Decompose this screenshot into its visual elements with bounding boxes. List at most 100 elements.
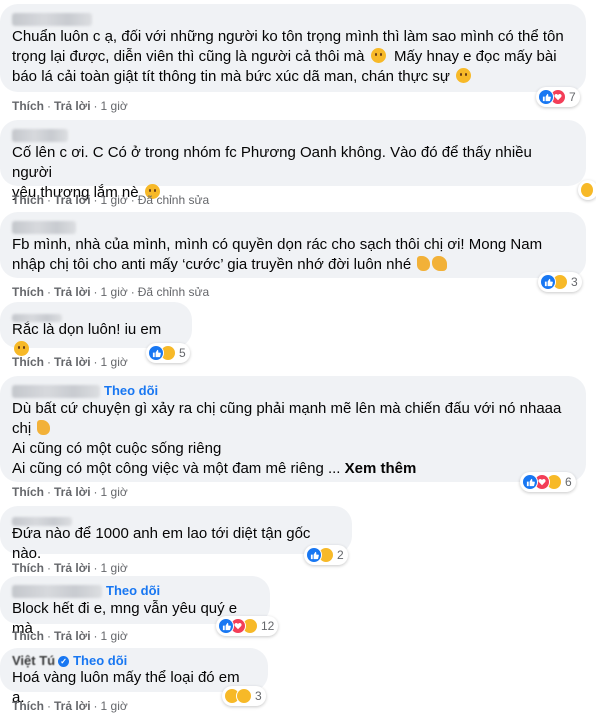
separator-dot: · [130,285,135,299]
comment-line: Dù bất cứ chuyện gì xảy ra chị cũng phải… [12,400,562,417]
timestamp[interactable]: 1 giờ [101,561,128,575]
comment-text: Đứa nào để 1000 anh em lao tới diệt tận … [12,524,340,564]
edited-label: Đã chỉnh sửa [137,193,210,207]
comment-meta: Thích · Trả lời · 1 giờ · Đã chỉnh sửa [12,192,209,208]
separator-dot: · [93,99,98,113]
redacted-name [12,585,102,599]
comment-line: báo lá cải toàn giật tít thông tin mà bứ… [12,67,574,87]
reply-link[interactable]: Trả lời [54,485,91,499]
comment-line: nhập chị tôi cho anti mấy ‘cước’ gia tru… [12,255,574,275]
reaction-summary[interactable] [578,180,596,200]
reply-link[interactable]: Trả lời [54,193,91,207]
edited-label: Đã chỉnh sửa [137,285,210,299]
comment-bubble: Fb mình, nhà của mình, mình có quyền dọn… [0,212,586,278]
redacted-name [12,221,76,235]
muscle-emoji-icon [432,256,448,271]
follow-button[interactable]: Theo dõi [73,653,127,668]
commenter-name[interactable]: Theo dõi [12,382,574,399]
comment-line: Đứa nào để 1000 anh em lao tới diệt tận … [12,525,311,562]
separator-dot: · [47,285,51,299]
reaction-summary[interactable]: 2 [304,545,348,565]
redacted-name [12,517,72,527]
like-reaction-icon [522,474,538,490]
commenter-name[interactable] [12,512,340,527]
commenter-name-text[interactable]: Việt Tú [12,653,55,668]
commenter-name[interactable]: Việt Tú ✓ Theo dõi [12,652,256,668]
reaction-count: 12 [261,619,275,633]
like-link[interactable]: Thích [12,485,44,499]
comment-line: Chuẩn luôn c ạ, đối với những người ko t… [12,28,564,45]
comment-line-part: báo lá cải toàn giật tít thông tin mà bứ… [12,68,450,85]
timestamp[interactable]: 1 giờ [101,699,128,713]
timestamp[interactable]: 1 giờ [101,193,128,207]
reply-link[interactable]: Trả lời [54,355,91,369]
redacted-name [12,313,62,322]
reaction-count: 5 [179,346,186,360]
reply-link[interactable]: Trả lời [54,699,91,713]
timestamp[interactable]: 1 giờ [101,629,128,643]
comment-line-part: trọng lại được, diễn viên thì cũng là ng… [12,48,365,65]
like-reaction-icon [306,547,322,563]
like-link[interactable]: Thích [12,629,44,643]
separator-dot: · [47,629,51,643]
reaction-count: 2 [337,548,344,562]
reaction-count: 3 [571,275,578,289]
commenter-name[interactable] [12,10,574,27]
separator-dot: · [93,561,98,575]
like-link[interactable]: Thích [12,561,44,575]
separator-dot: · [93,485,98,499]
commenter-name[interactable] [12,308,180,322]
reply-link[interactable]: Trả lời [54,99,91,113]
like-reaction-icon [540,274,556,290]
reaction-summary[interactable]: 3 [222,686,266,706]
like-link[interactable]: Thích [12,699,44,713]
comment-text: Chuẩn luôn c ạ, đối với những người ko t… [12,27,574,87]
comment-line-part: Rắc là dọn luôn! iu em [12,321,162,338]
reaction-count: 7 [569,90,576,104]
separator-dot: · [47,99,51,113]
like-link[interactable]: Thích [12,99,44,113]
reaction-summary[interactable]: 6 [520,472,576,492]
reply-link[interactable]: Trả lời [54,285,91,299]
like-link[interactable]: Thích [12,285,44,299]
comment-bubble: Việt Tú ✓ Theo dõi Hoá vàng luôn mấy thể l… [0,648,268,706]
grin-emoji-icon [456,68,472,83]
comment-text: Fb mình, nhà của mình, mình có quyền dọn… [12,235,574,275]
separator-dot: · [47,355,51,369]
comment-line: trọng lại được, diễn viên thì cũng là ng… [12,47,574,67]
timestamp[interactable]: 1 giờ [101,485,128,499]
thumbs-up-emoji-icon [37,420,51,435]
reaction-summary[interactable]: 12 [216,616,279,636]
comment-line-part: Mấy hnay e đọc mấy bài [393,48,557,65]
comment-line: Cố lên c ơi. C Có ở trong nhóm fc Phương… [12,144,532,181]
comment-meta: Thích · Trả lời · 1 giờ [12,484,128,500]
care-reaction-icon [580,182,594,198]
reply-link[interactable]: Trả lời [54,561,91,575]
timestamp[interactable]: 1 giờ [101,285,128,299]
reaction-summary[interactable]: 5 [146,343,190,363]
follow-button[interactable]: Theo dõi [106,583,160,598]
follow-button[interactable]: Theo dõi [104,383,158,398]
like-link[interactable]: Thích [12,355,44,369]
smile-emoji-icon [370,48,386,63]
see-more-link[interactable]: Xem thêm [345,460,417,477]
separator-dot: · [93,629,98,643]
comment-bubble: Đứa nào để 1000 anh em lao tới diệt tận … [0,506,352,562]
timestamp[interactable]: 1 giờ [101,355,128,369]
reaction-count: 6 [565,475,572,489]
commenter-name[interactable] [12,218,574,235]
commenter-name[interactable]: Theo dõi [12,582,258,599]
reaction-summary[interactable]: 3 [538,272,582,292]
separator-dot: · [93,285,98,299]
separator-dot: · [93,193,98,207]
reply-link[interactable]: Trả lời [54,629,91,643]
redacted-name [12,385,100,399]
comment-bubble: Cố lên c ơi. C Có ở trong nhóm fc Phương… [0,120,586,201]
timestamp[interactable]: 1 giờ [101,99,128,113]
like-link[interactable]: Thích [12,193,44,207]
redacted-name [12,129,68,143]
commenter-name[interactable] [12,126,574,143]
reaction-summary[interactable]: 7 [536,87,580,107]
comment-meta: Thích · Trả lời · 1 giờ [12,560,128,576]
comment-bubble: Theo dõi Dù bất cứ chuyện gì xảy ra chị … [0,376,586,482]
